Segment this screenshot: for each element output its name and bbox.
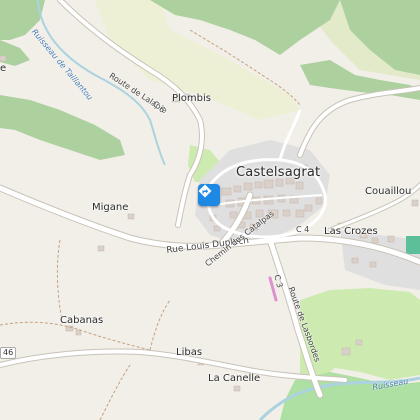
meadow-south-east (300, 288, 420, 380)
label-cabanas: Cabanas (60, 315, 104, 326)
wood-west (0, 95, 125, 160)
label-las-crozes: Las Crozes (324, 226, 378, 237)
label-couaillou: Couaillou (365, 186, 412, 197)
label-c4: C 4 (296, 225, 310, 234)
label-la-canelle: La Canelle (208, 373, 261, 384)
label-plombis: Plombis (172, 93, 212, 104)
road-north-east (298, 86, 420, 157)
map-canvas[interactable]: Castelsagrat Plombis Migane Las Crozes C… (0, 0, 420, 420)
directions-diamond-icon[interactable] (198, 184, 220, 206)
road-shield-46: 46 (0, 347, 17, 359)
label-libas: Libas (176, 347, 203, 358)
sports-field (406, 236, 420, 254)
label-edge-e: e (0, 63, 7, 74)
road-d46 (0, 349, 347, 382)
label-migane: Migane (92, 202, 129, 213)
label-castelsagrat: Castelsagrat (236, 165, 321, 180)
directions-arrow-icon (198, 184, 212, 198)
